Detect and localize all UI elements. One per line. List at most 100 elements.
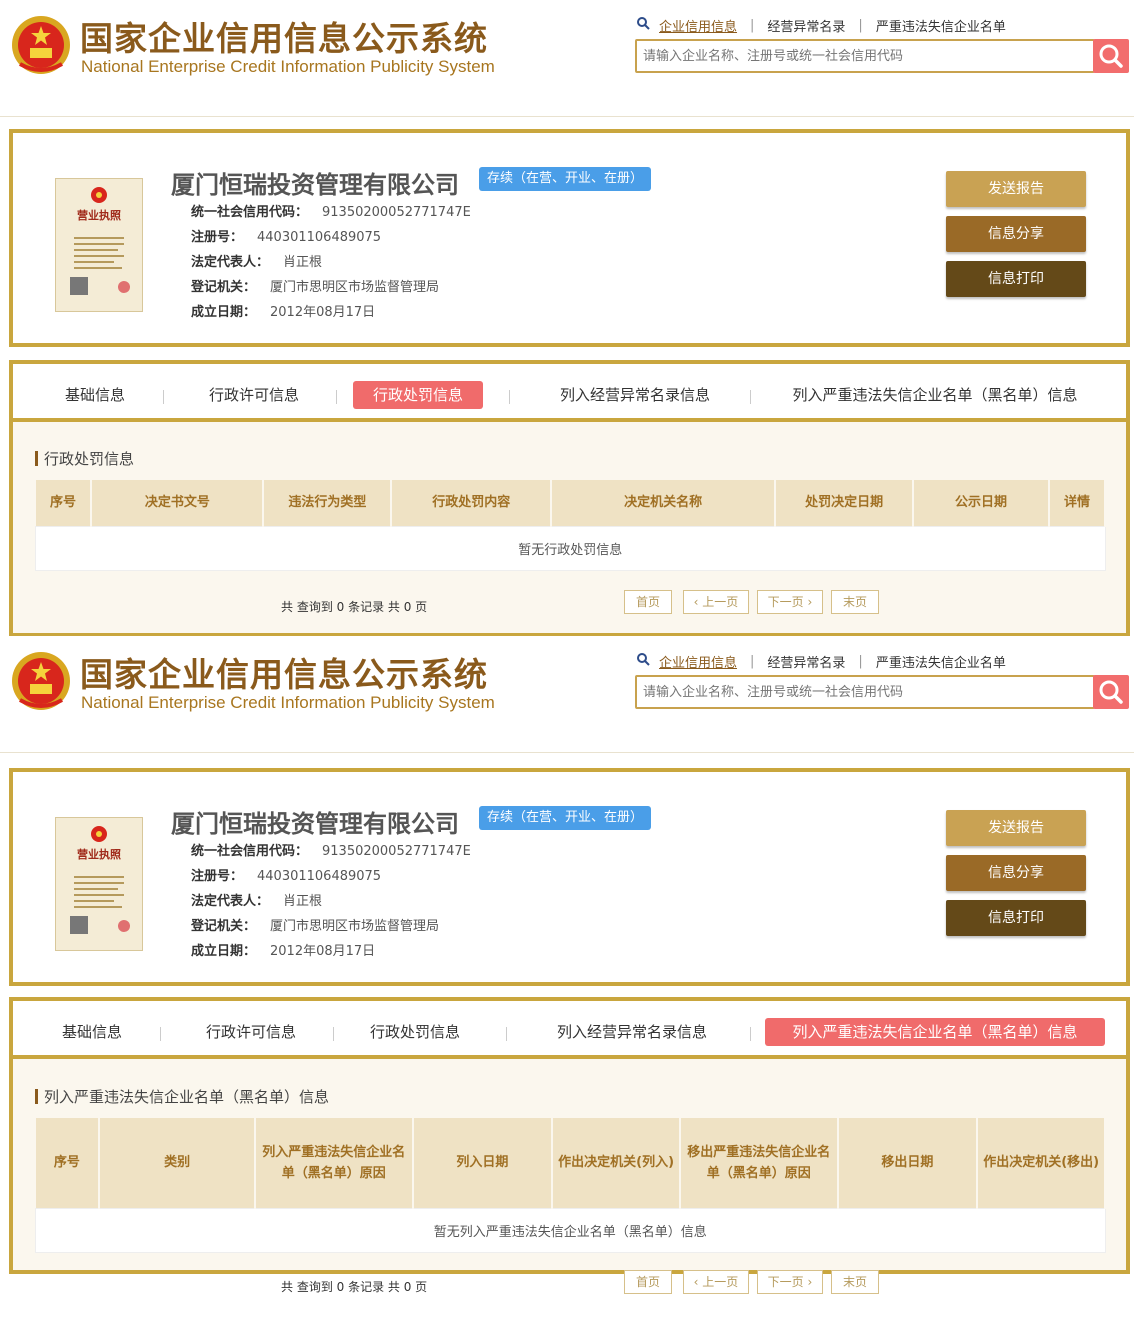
tab-0[interactable]: 基础信息 [50, 381, 140, 409]
tab-1[interactable]: 行政许可信息 [183, 1018, 319, 1046]
info-value: 厦门市思明区市场监督管理局 [270, 280, 440, 295]
page-button-label: 末页 [842, 595, 867, 609]
empty-row: 暂无列入严重违法失信企业名单（黑名单）信息 [35, 1207, 1106, 1253]
send-report-button[interactable]: 发送报告 [946, 171, 1086, 207]
last-page-button[interactable]: 末页 [831, 590, 879, 614]
info-value: 厦门市思明区市场监督管理局 [270, 919, 440, 934]
national-emblem-icon [10, 650, 72, 712]
company-name: 厦门恒瑞投资管理有限公司 [171, 810, 459, 838]
top-nav: 企业信用信息 | 经营异常名录 | 严重违法失信企业名单 [637, 16, 1006, 35]
nav-link-0[interactable]: 企业信用信息 [659, 16, 737, 35]
tab-3[interactable]: 列入经营异常名录信息 [522, 1018, 742, 1046]
info-label: 统一社会信用代码： [191, 844, 309, 859]
tab-4[interactable]: 列入严重违法失信企业名单（黑名单）信息 [765, 381, 1105, 409]
empty-message: 暂无行政处罚信息 [35, 525, 1106, 571]
nav-link-2[interactable]: 严重违法失信企业名单 [876, 652, 1006, 671]
search-small-icon [637, 17, 653, 34]
search-button[interactable] [1093, 39, 1129, 73]
search-box [635, 675, 1095, 709]
next-page-button[interactable]: 下一页 › [757, 1270, 823, 1294]
nav-link-1[interactable]: 经营异常名录 [767, 16, 845, 35]
column-header: 决定书文号 [91, 480, 265, 526]
info-value: 91350200052771747E [322, 844, 471, 859]
page-button-label: 下一页 [767, 1275, 804, 1289]
first-page-button[interactable]: 首页 [624, 590, 672, 614]
tab-separator [160, 1027, 161, 1041]
company-card: 营业执照 厦门恒瑞投资管理有限公司 存续（在营、开业、在册） 统一社会信用代码： 913… [9, 129, 1130, 347]
first-page-button[interactable]: 首页 [624, 1270, 672, 1294]
section-title: 行政处罚信息 [35, 448, 134, 469]
status-badge: 存续（在营、开业、在册） [479, 806, 652, 830]
search-input[interactable] [637, 41, 1093, 71]
license-label: 营业执照 [77, 848, 121, 861]
page-button-label: 末页 [842, 1275, 867, 1289]
nav-link-0[interactable]: 企业信用信息 [659, 652, 737, 671]
prev-page-button[interactable]: ‹ 上一页 [683, 590, 749, 614]
info-row: 登记机关： 厦门市思明区市场监督管理局 [191, 915, 439, 934]
system-subtitle: National Enterprise Credit Information P… [81, 693, 495, 712]
page-button-label: 首页 [635, 595, 660, 609]
info-row: 法定代表人： 肖正根 [191, 890, 322, 909]
prev-page-button[interactable]: ‹ 上一页 [683, 1270, 749, 1294]
column-header: 列入日期 [412, 1118, 554, 1208]
page-button-label: 下一页 [767, 595, 804, 609]
search-small-icon [637, 653, 653, 670]
info-row: 统一社会信用代码： 91350200052771747E [191, 201, 471, 220]
print-info-button[interactable]: 信息打印 [946, 261, 1086, 297]
next-page-button[interactable]: 下一页 › [757, 590, 823, 614]
search-input[interactable] [637, 677, 1093, 707]
nav-link-2[interactable]: 严重违法失信企业名单 [876, 16, 1006, 35]
tab-bar: 基础信息 行政许可信息 行政处罚信息 列入经营异常名录信息 列入严重违法失信企业名单（黑… [13, 364, 1126, 422]
search-button[interactable] [1093, 675, 1129, 709]
info-row: 注册号： 440301106489075 [191, 226, 381, 245]
info-label: 成立日期： [191, 305, 257, 320]
nav-separator: | [750, 18, 755, 33]
last-page-button[interactable]: 末页 [831, 1270, 879, 1294]
header-divider [0, 752, 1134, 753]
empty-message: 暂无列入严重违法失信企业名单（黑名单）信息 [35, 1207, 1106, 1253]
nav-link-1[interactable]: 经营异常名录 [767, 652, 845, 671]
tab-2[interactable]: 行政处罚信息 [353, 381, 483, 409]
tab-separator [506, 1027, 507, 1041]
chevron-left-icon: ‹ [693, 595, 703, 609]
column-header: 决定机关名称 [551, 480, 777, 526]
site-header: 国家企业信用信息公示系统 National Enterprise Credit I… [0, 0, 1134, 116]
info-row: 登记机关： 厦门市思明区市场监督管理局 [191, 276, 439, 295]
tab-separator [333, 1027, 334, 1041]
column-header: 序号 [35, 480, 93, 526]
tab-separator [163, 390, 164, 404]
column-header: 作出决定机关(列入) [552, 1118, 681, 1208]
search-box [635, 39, 1095, 73]
info-row: 统一社会信用代码： 91350200052771747E [191, 840, 471, 859]
system-title: 国家企业信用信息公示系统 [80, 655, 488, 694]
tab-0[interactable]: 基础信息 [47, 1018, 137, 1046]
share-info-button[interactable]: 信息分享 [946, 855, 1086, 891]
national-emblem-icon [10, 14, 72, 76]
info-value: 2012年08月17日 [270, 305, 376, 320]
table-header-row: 序号 决定书文号 违法行为类型 行政处罚内容 决定机关名称 处罚决定日期 公示日期 详情 [35, 480, 1107, 526]
site-header: 国家企业信用信息公示系统 National Enterprise Credit I… [0, 636, 1134, 752]
info-value: 91350200052771747E [322, 205, 471, 220]
page-button-label: 首页 [635, 1275, 660, 1289]
tab-bar: 基础信息 行政许可信息 行政处罚信息 列入经营异常名录信息 列入严重违法失信企业名单（黑… [13, 1001, 1126, 1059]
tab-2[interactable]: 行政处罚信息 [350, 1018, 480, 1046]
send-report-button[interactable]: 发送报告 [946, 810, 1086, 846]
column-header: 处罚决定日期 [775, 480, 915, 526]
column-header: 类别 [99, 1118, 256, 1208]
chevron-right-icon: › [803, 1275, 813, 1289]
print-info-button[interactable]: 信息打印 [946, 900, 1086, 936]
info-row: 法定代表人： 肖正根 [191, 251, 322, 270]
column-header: 违法行为类型 [263, 480, 393, 526]
section-title: 列入严重违法失信企业名单（黑名单）信息 [35, 1086, 329, 1107]
share-info-button[interactable]: 信息分享 [946, 216, 1086, 252]
column-header: 行政处罚内容 [391, 480, 553, 526]
business-license-image: 营业执照 [55, 817, 143, 951]
tab-separator [509, 390, 510, 404]
tab-4[interactable]: 列入严重违法失信企业名单（黑名单）信息 [765, 1018, 1105, 1046]
info-label: 注册号： [191, 869, 244, 884]
tab-1[interactable]: 行政许可信息 [186, 381, 322, 409]
info-label: 登记机关： [191, 280, 257, 295]
table-header-row: 序号 类别 列入严重违法失信企业名单（黑名单）原因 列入日期 作出决定机关(列入) 移出严… [35, 1118, 1106, 1208]
tab-3[interactable]: 列入经营异常名录信息 [525, 381, 745, 409]
column-header: 详情 [1048, 480, 1107, 526]
